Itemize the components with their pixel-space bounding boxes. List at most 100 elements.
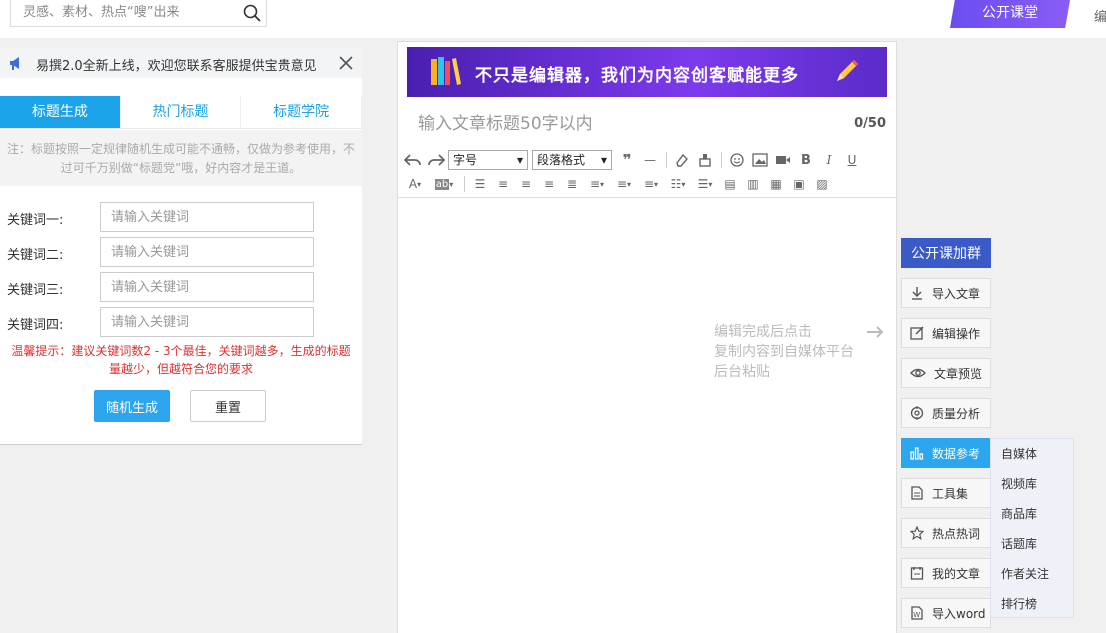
font-color-icon[interactable]: A ▾ — [402, 174, 428, 194]
align-justify-icon[interactable]: ≣ — [561, 174, 583, 194]
banner-text: 不只是编辑器，我们为内容创客赋能更多 — [475, 66, 799, 86]
toolbar-separator — [464, 176, 465, 192]
close-icon[interactable] — [337, 54, 355, 72]
spacing-after-icon[interactable]: ≡ ▾ — [638, 174, 664, 194]
keyword-row-3: 关键词三: — [7, 272, 327, 302]
submenu-item-product-library[interactable]: 商品库 — [991, 499, 1073, 529]
article-title-input[interactable] — [418, 112, 838, 136]
format-brush-icon[interactable] — [694, 150, 716, 170]
target-icon — [910, 406, 924, 420]
import-article-button[interactable]: 导入文章 — [901, 278, 991, 308]
notice-bar: 易撰2.0全新上线，欢迎您联系客服提供宝贵意见 — [0, 48, 362, 78]
top-bar: 公开课堂 编 — [0, 0, 1106, 38]
quote-icon[interactable]: ❞ — [616, 150, 638, 170]
align-center-icon[interactable]: ≡ — [515, 174, 537, 194]
unordered-list-icon[interactable]: ☰ ▾ — [692, 174, 718, 194]
toolbar-row-1: 字号 ▾ 段落格式 ▾ ❞ — B I U — [402, 148, 864, 172]
random-generate-button[interactable]: 随机生成 — [94, 390, 170, 422]
public-class-group-button[interactable]: 公开课加群 — [901, 238, 991, 268]
import-article-label: 导入文章 — [932, 286, 981, 301]
keyword-input-4[interactable] — [100, 307, 314, 337]
keyword-input-3[interactable] — [100, 272, 314, 302]
horizontal-rule-icon[interactable]: — — [639, 150, 661, 170]
edit-operation-button[interactable]: 编辑操作 — [901, 318, 991, 348]
align-left-icon[interactable]: ≡ — [492, 174, 514, 194]
image-center-icon[interactable]: ▥ — [742, 174, 764, 194]
search-icon[interactable] — [242, 3, 262, 23]
article-icon — [910, 567, 924, 580]
document-icon — [911, 486, 923, 500]
bar-chart-icon — [910, 447, 924, 460]
hot-words-button[interactable]: 热点热词 — [901, 518, 991, 548]
tab-hot-titles[interactable]: 热门标题 — [120, 96, 242, 128]
image-icon[interactable] — [749, 150, 771, 170]
my-articles-button[interactable]: 我的文章 — [901, 558, 991, 588]
article-preview-button[interactable]: 文章预览 — [901, 358, 991, 388]
notice-text: 易撰2.0全新上线，欢迎您联系客服提供宝贵意见 — [36, 59, 317, 74]
undo-icon[interactable] — [402, 150, 424, 170]
paragraph-spacing-icon[interactable]: ≡ ▾ — [611, 174, 637, 194]
svg-text:W: W — [913, 611, 920, 619]
editor-toolbar: 字号 ▾ 段落格式 ▾ ❞ — B I U A ▾ ab ▾ ☰ ≡ ≡ ≡ ≣ ≡ ▾ … — [398, 146, 896, 198]
search-input[interactable] — [11, 0, 236, 25]
download-icon — [912, 287, 922, 300]
indent-icon[interactable]: ☰ — [469, 174, 491, 194]
books-icon — [431, 57, 461, 85]
keyword-row-4: 关键词四: — [7, 307, 327, 337]
image-right-icon[interactable]: ▦ — [765, 174, 787, 194]
eye-icon — [910, 368, 926, 378]
arrow-right-icon — [867, 326, 884, 338]
underline-icon[interactable]: U — [841, 150, 863, 170]
tab-title-academy[interactable]: 标题学院 — [241, 96, 363, 128]
table-icon[interactable]: ▨ — [811, 174, 833, 194]
title-generator-panel: 易撰2.0全新上线，欢迎您联系客服提供宝贵意见 标题生成 热门标题 标题学院 注… — [0, 48, 363, 445]
reset-button[interactable]: 重置 — [190, 390, 266, 422]
ordered-list-icon[interactable]: ☷ ▾ — [665, 174, 691, 194]
emoji-icon[interactable] — [726, 150, 748, 170]
submenu-item-author-follow[interactable]: 作者关注 — [991, 559, 1073, 589]
toolset-button[interactable]: 工具集 — [901, 478, 991, 508]
word-icon: W — [911, 606, 923, 620]
title-tabs: 标题生成 热门标题 标题学院 — [0, 96, 363, 129]
tab-title-generate[interactable]: 标题生成 — [0, 96, 121, 128]
public-class-tab[interactable]: 公开课堂 — [950, 0, 1070, 28]
italic-icon[interactable]: I — [818, 150, 840, 170]
paste-hint: 编辑完成后点击 复制内容到自媒体平台 后台粘贴 — [714, 322, 854, 382]
hint-line-1: 编辑完成后点击 — [714, 324, 812, 340]
quality-analysis-button[interactable]: 质量分析 — [901, 398, 991, 428]
hint-line-2: 复制内容到自媒体平台 — [714, 344, 854, 360]
keyword-input-2[interactable] — [100, 237, 314, 267]
redo-icon[interactable] — [425, 150, 447, 170]
toolbar-separator — [666, 152, 667, 168]
eraser-icon[interactable] — [671, 150, 693, 170]
align-right-icon[interactable]: ≡ — [538, 174, 560, 194]
keyword-row-1: 关键词一: — [7, 202, 327, 232]
video-icon[interactable] — [772, 150, 794, 170]
paragraph-format-value: 段落格式 — [537, 153, 586, 167]
bold-icon[interactable]: B — [795, 150, 817, 170]
font-size-select[interactable]: 字号 ▾ — [448, 150, 528, 170]
toolset-label: 工具集 — [932, 486, 969, 501]
data-reference-button[interactable]: 数据参考 — [901, 438, 991, 468]
submenu-item-ranking[interactable]: 排行榜 — [991, 589, 1073, 619]
quality-analysis-label: 质量分析 — [932, 406, 981, 421]
submenu-item-topic-library[interactable]: 话题库 — [991, 529, 1073, 559]
submenu-item-video-library[interactable]: 视频库 — [991, 469, 1073, 499]
promo-banner[interactable]: 不只是编辑器，我们为内容创客赋能更多 — [407, 47, 887, 97]
font-size-value: 字号 — [453, 153, 478, 167]
image-left-icon[interactable]: ▤ — [719, 174, 741, 194]
data-reference-submenu: 自媒体 视频库 商品库 话题库 作者关注 排行榜 — [990, 438, 1074, 618]
edit-icon — [910, 326, 924, 340]
keyword-label-3: 关键词三: — [7, 283, 64, 298]
highlight-icon[interactable]: ab ▾ — [429, 174, 459, 194]
megaphone-icon — [10, 57, 19, 70]
paragraph-format-select[interactable]: 段落格式 ▾ — [532, 150, 612, 170]
import-word-button[interactable]: W 导入word — [901, 598, 991, 628]
keyword-input-1[interactable] — [100, 202, 314, 232]
image-block-icon[interactable]: ▣ — [788, 174, 810, 194]
line-height-icon[interactable]: ≡ ▾ — [584, 174, 610, 194]
submenu-item-self-media[interactable]: 自媒体 — [991, 439, 1073, 469]
edit-link[interactable]: 编 — [1094, 6, 1106, 25]
hint-line-3: 后台粘贴 — [714, 364, 770, 380]
toolbar-separator — [721, 152, 722, 168]
